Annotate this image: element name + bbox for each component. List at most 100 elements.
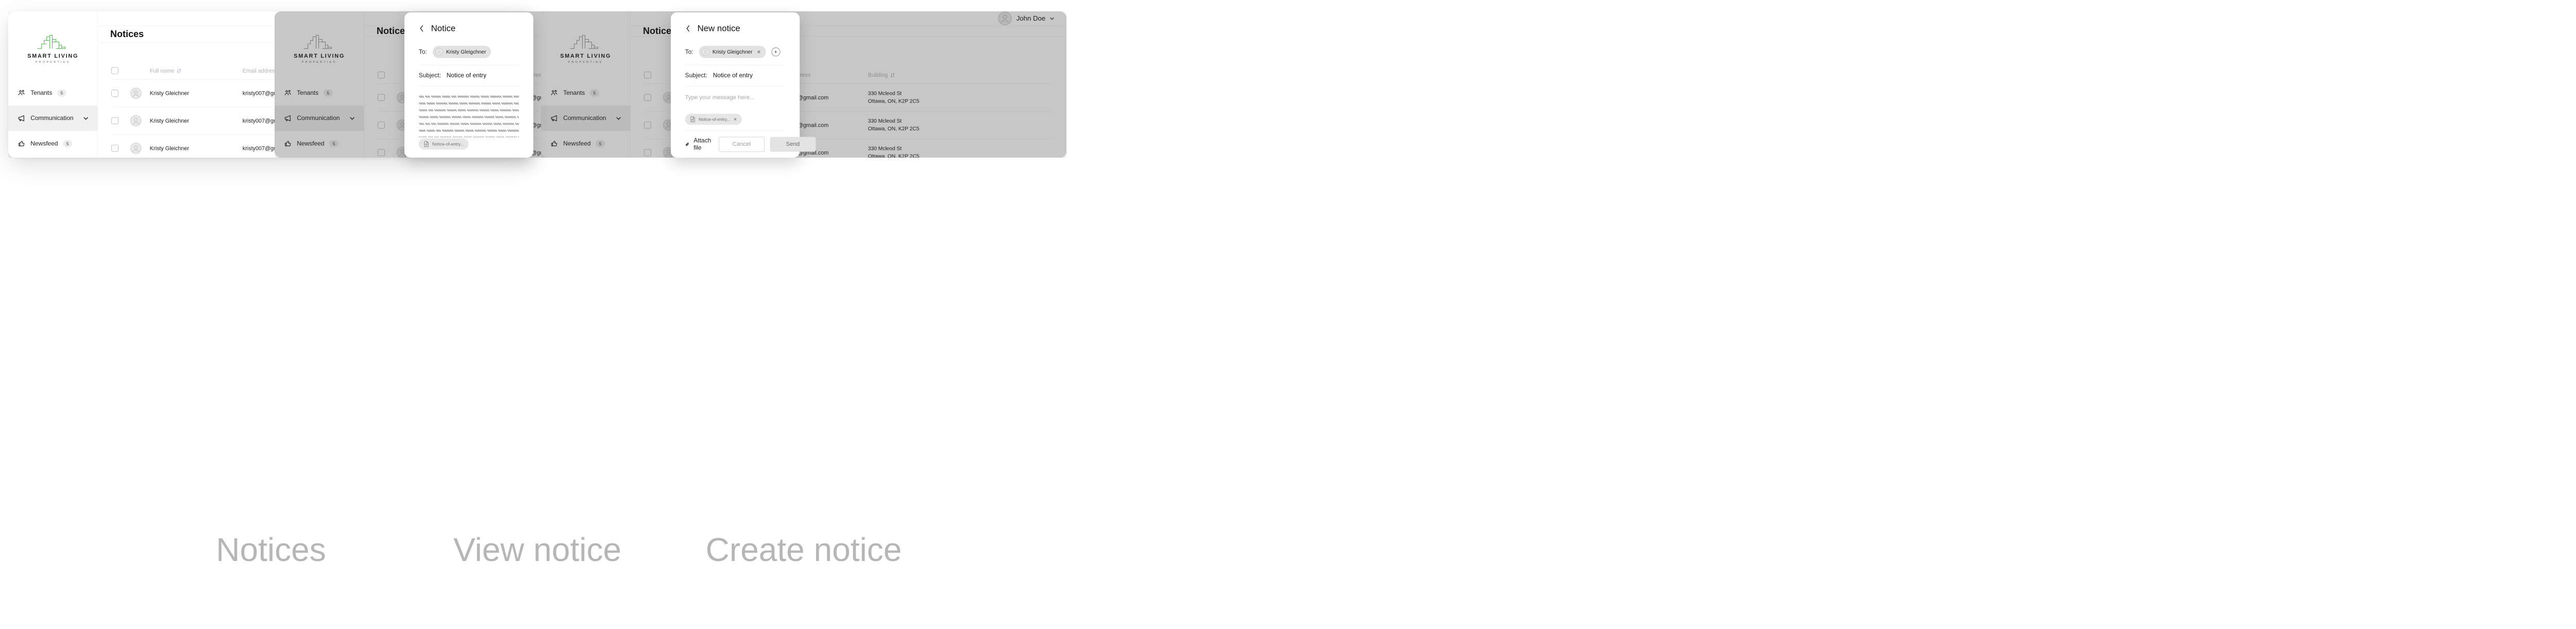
select-all-checkbox[interactable]: [644, 72, 651, 79]
attachment-name: Notice-of-entry...: [699, 116, 731, 122]
sidebar-item-communication[interactable]: Communication: [541, 106, 631, 131]
column-header-full-name[interactable]: Full name: [150, 67, 243, 74]
chevron-down-icon[interactable]: [350, 116, 355, 121]
sidebar-nav: Tenants 5 Communication Newsfeed 5 Marketp…: [275, 80, 364, 158]
brand-tagline: PROPERTIES: [301, 60, 337, 64]
row-checkbox[interactable]: [378, 122, 385, 129]
back-arrow-icon[interactable]: [685, 24, 691, 33]
sidebar-item-badge: 5: [63, 140, 73, 147]
chevron-down-icon[interactable]: [616, 116, 621, 121]
brand-logo: SMART LIVING PROPERTIES: [275, 26, 364, 80]
sidebar-item-badge: 5: [57, 89, 66, 97]
subject-label: Subject:: [685, 72, 707, 79]
recipient-chip[interactable]: Kristy Gleigchner: [432, 45, 492, 58]
cell-building: 330 Mcleod StOttawa, ON, K2P 2C5: [868, 145, 961, 158]
sidebar-item-newsfeed[interactable]: Newsfeed 5: [8, 131, 97, 156]
attach-file-label: Attach file: [693, 137, 711, 151]
cell-building: 330 Mcleod St Ottawa, ON, K2P 2C5: [868, 117, 961, 133]
brand-logo: SMART LIVING PROPERTIES: [8, 26, 97, 80]
to-label: To:: [685, 48, 693, 56]
sidebar-item-tenants[interactable]: Tenants 5: [541, 80, 630, 106]
new-notice-subject-row: Subject: Notice of entry: [685, 65, 786, 87]
sidebar-item-newsfeed[interactable]: Newsfeed 5: [275, 131, 364, 156]
add-recipient-button[interactable]: +: [771, 47, 781, 57]
sidebar-nav: Tenants 5 Communication Newsfeed 5 Marketp…: [541, 80, 631, 158]
recipient-name: Kristy Gleigchner: [446, 48, 486, 55]
column-header-building[interactable]: Building: [868, 72, 961, 78]
chevron-down-icon[interactable]: [83, 116, 89, 121]
sidebar-item-marketplace[interactable]: Marketplace5: [8, 156, 97, 158]
attachment-chip[interactable]: Notice-of-entry...: [418, 138, 469, 150]
subject-input[interactable]: Notice of entry: [713, 72, 753, 79]
view-notice-header: Notice: [419, 24, 519, 33]
recipient-avatar-icon: [435, 48, 443, 56]
sidebar-item-newsfeed[interactable]: Newsfeed 5: [541, 131, 630, 156]
sidebar-item-communication[interactable]: Communication: [275, 106, 364, 131]
view-notice-to-row: To: Kristy Gleigchner: [418, 45, 519, 65]
placeholder-text-line: [419, 95, 519, 98]
sidebar-item-label: Tenants: [563, 89, 585, 96]
notice-body-text: [419, 94, 519, 138]
row-checkbox[interactable]: [111, 90, 118, 97]
sidebar-item-badge: 5: [329, 140, 339, 147]
attach-file-button[interactable]: Attach file: [685, 137, 713, 151]
building-line-2: Ottawa, ON, K2P 2C5: [868, 98, 920, 104]
new-notice-body[interactable]: Type your message here...: [685, 86, 786, 113]
building-line-2: Ottawa, ON, K2P 2C5: [868, 153, 920, 158]
remove-attachment-icon[interactable]: ✕: [733, 117, 737, 122]
subject-label: Subject:: [418, 72, 441, 79]
sidebar-item-label: Newsfeed: [563, 140, 591, 147]
megaphone-icon: [18, 114, 26, 123]
cancel-button[interactable]: Cancel: [718, 137, 765, 152]
new-notice-title: New notice: [697, 23, 740, 33]
cell-full-name: Kristy Gleichner: [149, 145, 190, 151]
new-notice-footer: Attach file Cancel Send: [685, 130, 816, 158]
sidebar-item-label: Communication: [30, 114, 74, 122]
new-notice-to-row: To: Kristy Gleigchner ✕ +: [685, 45, 786, 65]
row-checkbox[interactable]: [378, 149, 385, 156]
row-checkbox[interactable]: [111, 145, 118, 152]
sort-icon[interactable]: [890, 73, 895, 78]
back-arrow-icon[interactable]: [419, 24, 425, 33]
document-icon: [690, 116, 695, 123]
sidebar-item-marketplace[interactable]: Marketplace5: [541, 156, 630, 158]
select-all-checkbox[interactable]: [378, 72, 385, 79]
sidebar-item-marketplace[interactable]: Marketplace5: [275, 156, 364, 158]
view-notice-subject-row: Subject: Notice of entry: [418, 65, 519, 87]
megaphone-icon: [550, 114, 558, 123]
placeholder-text-line: [419, 129, 519, 132]
document-icon: [424, 141, 429, 147]
sidebar-item-communication[interactable]: Communication: [8, 106, 98, 131]
remove-recipient-icon[interactable]: ✕: [757, 49, 761, 55]
caption-create-notice: Create notice: [705, 531, 902, 568]
brand-tagline: PROPERTIES: [568, 60, 603, 64]
sidebar-item-tenants[interactable]: Tenants 5: [8, 80, 97, 106]
sort-icon[interactable]: [177, 68, 181, 73]
placeholder-text-line: [419, 116, 519, 118]
brand-logo: SMART LIVING PROPERTIES: [541, 26, 630, 80]
brand-name: SMART LIVING: [294, 53, 345, 59]
row-checkbox[interactable]: [644, 122, 651, 129]
row-checkbox[interactable]: [111, 117, 118, 125]
recipient-chip[interactable]: Kristy Gleigchner ✕: [699, 45, 766, 58]
sidebar-item-label: Tenants: [297, 89, 319, 96]
sidebar-item-label: Newsfeed: [30, 140, 58, 147]
send-button[interactable]: Send: [770, 137, 816, 152]
subject-value: Notice of entry: [446, 72, 487, 79]
building-line-1: 330 Mcleod St: [868, 118, 902, 124]
attachment-chip[interactable]: Notice-of-entry... ✕: [685, 113, 742, 125]
to-label: To:: [418, 48, 427, 56]
message-placeholder: Type your message here...: [685, 94, 755, 101]
building-line-1: 330 Mcleod St: [868, 145, 902, 152]
smart-living-logo-icon: [303, 35, 332, 49]
row-checkbox[interactable]: [644, 149, 651, 156]
user-avatar[interactable]: [997, 11, 1012, 26]
brand-name: SMART LIVING: [560, 53, 612, 59]
building-line-2: Ottawa, ON, K2P 2C5: [868, 126, 920, 132]
sidebar-item-tenants[interactable]: Tenants 5: [275, 80, 364, 106]
chevron-down-icon[interactable]: [1050, 16, 1054, 21]
row-checkbox[interactable]: [644, 94, 651, 101]
new-notice-panel: New notice To: Kristy Gleigchner ✕ + Sub…: [671, 12, 816, 158]
select-all-checkbox[interactable]: [111, 67, 118, 74]
row-checkbox[interactable]: [378, 94, 385, 101]
